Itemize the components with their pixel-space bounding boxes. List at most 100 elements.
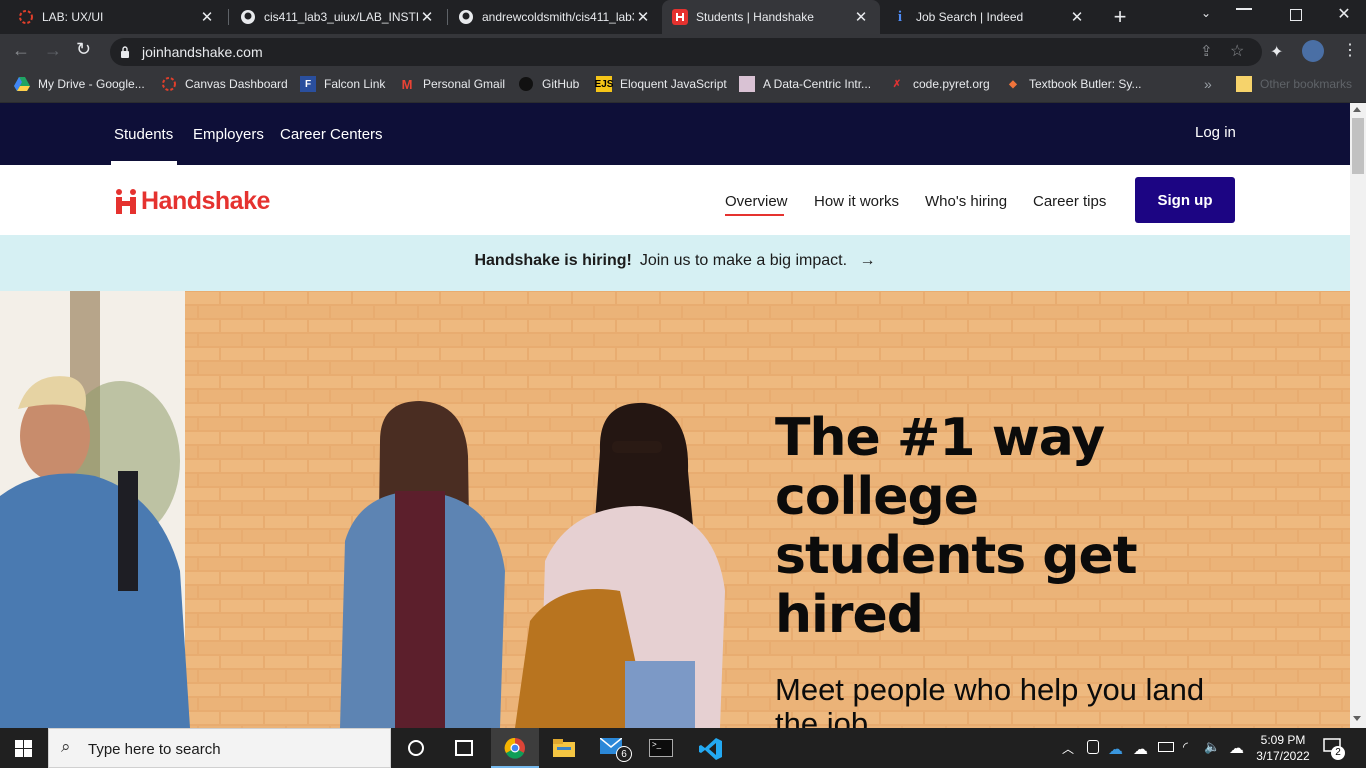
terminal-icon[interactable]: >_	[649, 739, 673, 757]
scroll-down-icon[interactable]	[1353, 716, 1361, 721]
nav-how-it-works[interactable]: How it works	[814, 193, 899, 210]
butler-icon: ◆	[1009, 78, 1017, 90]
forward-icon[interactable]: →	[44, 40, 64, 62]
wifi-icon[interactable]: ◜	[1183, 739, 1188, 755]
cortana-icon[interactable]	[408, 740, 424, 756]
bookmark-gmail[interactable]: M Personal Gmail	[399, 70, 505, 98]
nav-whos-hiring[interactable]: Who's hiring	[925, 193, 1007, 210]
bookmark-data-centric[interactable]: A Data-Centric Intr...	[739, 70, 871, 98]
reload-icon[interactable]: ↻	[76, 39, 96, 61]
arrow-right-icon: →	[859, 252, 876, 269]
windows-start-icon[interactable]	[15, 740, 32, 757]
clock[interactable]: 5:09 PM 3/17/2022	[1254, 732, 1312, 764]
nav-overview[interactable]: Overview	[725, 193, 788, 210]
extensions-icon[interactable]: ✦	[1270, 42, 1290, 62]
address-bar[interactable]: joinhandshake.com ⇪ ☆	[110, 38, 1262, 66]
close-tab-icon[interactable]: ✕	[418, 8, 436, 26]
more-bookmarks-button[interactable]: »	[1204, 70, 1212, 98]
banner-bold-text: Handshake is hiring!	[474, 252, 632, 269]
mail-taskbar-button[interactable]: 6	[599, 737, 632, 762]
mail-badge: 6	[616, 746, 632, 762]
vscode-icon[interactable]	[699, 737, 723, 761]
close-tab-icon[interactable]: ✕	[198, 8, 216, 26]
tab-search-icon[interactable]: ⌄	[1196, 6, 1216, 26]
main-navigation: Handshake Overview How it works Who's hi…	[0, 165, 1350, 235]
tab-title: LAB: UX/UI	[42, 10, 104, 24]
bookmark-github[interactable]: GitHub	[518, 70, 579, 98]
page-content: Students Employers Career Centers Log in…	[0, 103, 1350, 728]
nav-employers[interactable]: Employers	[193, 126, 264, 143]
chrome-taskbar-button[interactable]	[491, 728, 539, 768]
folder-icon	[1236, 76, 1252, 92]
cloud-sync-icon[interactable]: ☁	[1229, 739, 1244, 757]
tab-title: cis411_lab3_uiux/LAB_INSTRU	[264, 10, 418, 24]
login-link[interactable]: Log in	[1195, 124, 1236, 141]
indeed-icon: i	[897, 8, 903, 25]
tab-indeed[interactable]: i Job Search | Indeed ✕	[882, 0, 1096, 34]
signup-button[interactable]: Sign up	[1135, 177, 1235, 223]
google-drive-icon	[14, 76, 30, 92]
hero-headline: The #1 way college students get hired	[775, 409, 1295, 645]
scroll-up-icon[interactable]	[1353, 107, 1361, 112]
active-overview-underline	[725, 214, 784, 216]
github-icon	[240, 9, 256, 25]
profile-avatar[interactable]	[1302, 40, 1324, 62]
tab-title: Students | Handshake	[696, 10, 814, 24]
bookmark-falcon-link[interactable]: F Falcon Link	[300, 70, 385, 98]
nav-career-centers[interactable]: Career Centers	[280, 126, 383, 143]
close-tab-icon[interactable]: ✕	[634, 8, 652, 26]
action-center-button[interactable]: 2	[1323, 738, 1345, 760]
bookmark-pyret[interactable]: ✗ code.pyret.org	[889, 70, 990, 98]
share-icon[interactable]: ⇪	[1200, 42, 1213, 60]
file-explorer-icon[interactable]	[553, 739, 575, 757]
minimize-button[interactable]	[1236, 8, 1252, 10]
chrome-icon	[504, 737, 525, 759]
tab-lab-instructions[interactable]: cis411_lab3_uiux/LAB_INSTRU ✕	[230, 0, 446, 34]
onedrive-personal-icon[interactable]: ☁	[1133, 740, 1148, 758]
headline-line: students get	[775, 526, 1138, 586]
onedrive-icon[interactable]: ☁	[1108, 740, 1123, 758]
taskbar-search-box[interactable]: ⌕ Type here to search	[48, 728, 391, 768]
page-scrollbar[interactable]	[1350, 103, 1366, 728]
restore-button[interactable]	[1290, 9, 1302, 21]
subhead-line: Meet people who help you land	[775, 672, 1205, 707]
volume-icon[interactable]: 🔈	[1204, 739, 1220, 755]
tab-title: andrewcoldsmith/cis411_lab3	[482, 10, 634, 24]
logo-text: Handshake	[141, 186, 270, 215]
new-tab-button[interactable]: +	[1108, 4, 1132, 30]
nav-students[interactable]: Students	[114, 126, 173, 143]
tab-title: Job Search | Indeed	[916, 10, 1024, 24]
close-tab-icon[interactable]: ✕	[852, 8, 870, 26]
tab-repo[interactable]: andrewcoldsmith/cis411_lab3 ✕	[448, 0, 662, 34]
bookmark-eloquent-js[interactable]: EJS Eloquent JavaScript	[595, 70, 727, 98]
close-window-button[interactable]: ✕	[1334, 4, 1354, 26]
hiring-banner[interactable]: Handshake is hiring! Join us to make a bi…	[0, 235, 1350, 291]
notification-badge: 2	[1331, 746, 1345, 760]
close-tab-icon[interactable]: ✕	[1068, 8, 1086, 26]
battery-icon[interactable]	[1158, 742, 1174, 752]
bookmark-my-drive[interactable]: My Drive - Google...	[14, 70, 145, 98]
tab-handshake[interactable]: Students | Handshake ✕	[662, 0, 880, 34]
task-view-icon[interactable]	[455, 740, 473, 756]
pyret-icon: ✗	[892, 78, 902, 90]
bookmark-textbook-butler[interactable]: ◆ Textbook Butler: Sy...	[1005, 70, 1141, 98]
menu-icon[interactable]: ⋮	[1342, 40, 1358, 62]
back-icon[interactable]: ←	[12, 40, 32, 62]
canvas-icon	[161, 76, 177, 92]
bookmark-star-icon[interactable]: ☆	[1230, 41, 1244, 61]
show-hidden-icons[interactable]: ︿	[1062, 740, 1074, 757]
device-icon[interactable]	[1087, 740, 1099, 754]
scroll-thumb[interactable]	[1352, 118, 1364, 174]
other-bookmarks[interactable]: Other bookmarks	[1236, 70, 1352, 98]
nav-career-tips[interactable]: Career tips	[1033, 193, 1106, 210]
handshake-logo[interactable]: Handshake	[114, 187, 270, 215]
headline-line: The #1 way	[775, 408, 1105, 468]
hero-subhead: Meet people who help you land the job	[775, 672, 1315, 729]
windows-taskbar: ⌕ Type here to search 6 >_ ︿ ☁ ☁ ◜ 🔈 ☁ 5…	[0, 728, 1366, 768]
banner-text: Join us to make a big impact.	[639, 252, 848, 269]
headline-line: college	[775, 467, 979, 527]
tab-lab-uxui[interactable]: LAB: UX/UI ✕	[8, 0, 226, 34]
tab-strip: LAB: UX/UI ✕ cis411_lab3_uiux/LAB_INSTRU…	[0, 0, 1366, 34]
clock-date: 3/17/2022	[1256, 749, 1310, 763]
bookmark-canvas[interactable]: Canvas Dashboard	[161, 70, 288, 98]
